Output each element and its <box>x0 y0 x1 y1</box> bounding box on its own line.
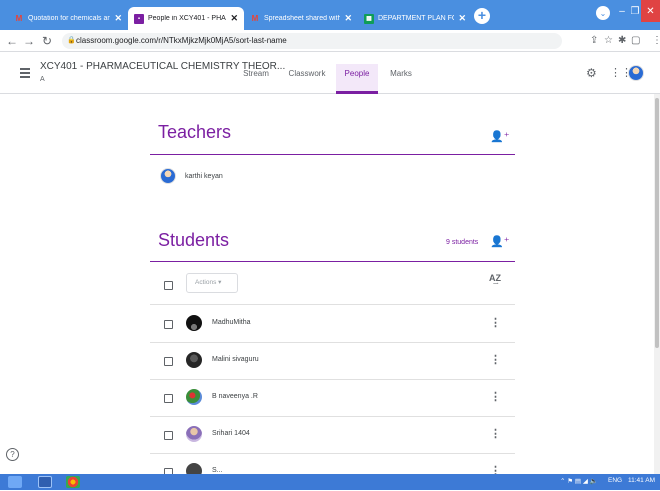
actions-label: Actions <box>195 279 217 286</box>
tab-title: People in XCY401 - PHARMACE <box>148 15 226 22</box>
tab-search-icon[interactable]: ▢ <box>631 34 640 48</box>
kebab-menu-icon[interactable]: ⋮ <box>652 34 660 48</box>
tab-people[interactable]: People <box>336 64 378 94</box>
student-checkbox[interactable] <box>164 431 173 440</box>
address-toolbar: ← → ↻ 🔒 classroom.google.com/r/NTkxMjkzM… <box>0 30 660 52</box>
student-name[interactable]: MadhuMitha <box>212 319 251 326</box>
maximize-icon[interactable]: ❐ <box>630 0 640 22</box>
invite-student-icon[interactable]: 👤⁺ <box>490 235 510 248</box>
student-row: B naveenya .R ⋮ <box>150 380 515 417</box>
close-tab-icon[interactable]: ✕ <box>230 13 238 24</box>
student-name[interactable]: Malini sivaguru <box>212 356 259 363</box>
student-row: Srihari 1404 ⋮ <box>150 417 515 454</box>
tab-title: Spreadsheet shared with you: "D <box>264 15 341 22</box>
clock[interactable]: 11:41 AM <box>628 477 655 484</box>
student-count: 9 students <box>446 239 479 246</box>
student-row: MadhuMitha ⋮ <box>150 306 515 343</box>
lock-icon: 🔒 <box>67 37 76 44</box>
os-taskbar: ⌃ ⚑ ▤ ◢ 🔈 ENG 11:41 AM <box>0 474 660 490</box>
system-tray-icons[interactable]: ⌃ ⚑ ▤ ◢ 🔈 <box>560 477 598 485</box>
language-indicator[interactable]: ENG <box>608 477 622 484</box>
teacher-avatar <box>160 168 176 184</box>
gmail-icon: M <box>251 14 259 23</box>
browser-tab-strip: M Quotation for chemicals and gla ✕ ▪ Pe… <box>0 0 660 30</box>
help-icon[interactable]: ? <box>6 448 19 461</box>
teachers-heading: Teachers <box>158 122 232 142</box>
actions-dropdown[interactable]: Actions ▾ <box>186 273 238 293</box>
more-options-icon[interactable]: ⋮ <box>490 390 501 403</box>
close-tab-icon[interactable]: ✕ <box>114 13 122 24</box>
student-avatar <box>186 315 202 331</box>
teacher-name[interactable]: karthi keyan <box>185 173 223 180</box>
tab-stream[interactable]: Stream <box>236 64 276 94</box>
classroom-header: XCY401 - PHARMACEUTICAL CHEMISTRY THEOR.… <box>0 52 660 94</box>
student-name[interactable]: B naveenya .R <box>212 393 258 400</box>
select-all-checkbox[interactable] <box>164 281 173 290</box>
chrome-taskbar-icon[interactable] <box>66 476 80 488</box>
tab-marks[interactable]: Marks <box>386 64 416 94</box>
student-checkbox[interactable] <box>164 357 173 366</box>
student-name[interactable]: S... <box>212 467 223 474</box>
browser-tab-spreadsheet-mail[interactable]: M Spreadsheet shared with you: "D ✕ <box>244 7 358 30</box>
student-avatar <box>186 426 202 442</box>
student-checkbox[interactable] <box>164 320 173 329</box>
share-icon[interactable]: ⇪ <box>590 34 598 48</box>
class-section: A <box>40 76 45 83</box>
hamburger-menu-icon[interactable] <box>20 68 30 80</box>
close-tab-icon[interactable]: ✕ <box>344 13 352 24</box>
student-avatar <box>186 352 202 368</box>
invite-teacher-icon[interactable]: 👤⁺ <box>490 130 510 143</box>
forward-arrow-icon[interactable]: → <box>23 34 35 48</box>
teachers-section: Teachers 👤⁺ karthi keyan <box>150 120 515 200</box>
section-divider <box>150 261 515 262</box>
more-options-icon[interactable]: ⋮ <box>490 316 501 329</box>
user-avatar[interactable] <box>628 65 644 81</box>
new-tab-button[interactable]: + <box>474 8 490 24</box>
students-header: Students 9 students 👤⁺ <box>150 228 515 268</box>
back-arrow-icon[interactable]: ← <box>6 34 18 48</box>
tab-classwork[interactable]: Classwork <box>284 64 330 94</box>
url-text: classroom.google.com/r/NTkxMjkzMjk0MjA5/… <box>76 36 287 45</box>
tab-title: Quotation for chemicals and gla <box>28 15 111 22</box>
extensions-icon[interactable]: ✱ <box>618 34 626 48</box>
student-avatar <box>186 389 202 405</box>
tab-title: DEPARTMENT PLAN FOR PRESE <box>378 15 454 22</box>
url-bar[interactable]: 🔒 classroom.google.com/r/NTkxMjkzMjk0MjA… <box>62 33 562 49</box>
scrollbar-thumb[interactable] <box>655 98 659 348</box>
taskbar-app-icon[interactable] <box>38 476 52 488</box>
profile-menu-icon[interactable]: ⌄ <box>596 6 610 20</box>
student-name[interactable]: Srihari 1404 <box>212 430 250 437</box>
close-window-icon[interactable]: ✕ <box>641 0 660 22</box>
student-row: Malini sivaguru ⋮ <box>150 343 515 380</box>
classroom-icon: ▪ <box>134 13 144 24</box>
sheets-icon: ▦ <box>364 13 374 24</box>
more-options-icon[interactable]: ⋮ <box>490 427 501 440</box>
bookmark-star-icon[interactable]: ☆ <box>604 34 613 48</box>
reload-icon[interactable]: ↻ <box>42 34 52 48</box>
section-divider <box>150 154 515 155</box>
browser-tab-quotation[interactable]: M Quotation for chemicals and gla ✕ <box>8 7 128 30</box>
close-tab-icon[interactable]: ✕ <box>458 13 466 24</box>
student-checkbox[interactable] <box>164 394 173 403</box>
browser-tab-people[interactable]: ▪ People in XCY401 - PHARMACE ✕ <box>128 7 244 30</box>
sort-az-icon[interactable]: A͢Z <box>489 273 501 283</box>
gmail-icon: M <box>15 14 23 23</box>
browser-tab-department-plan[interactable]: ▦ DEPARTMENT PLAN FOR PRESE ✕ <box>358 7 472 30</box>
minimize-icon[interactable]: – <box>616 0 628 22</box>
start-button-icon[interactable] <box>8 476 22 488</box>
more-options-icon[interactable]: ⋮ <box>490 353 501 366</box>
settings-gear-icon[interactable]: ⚙ <box>586 66 597 80</box>
students-heading: Students <box>158 230 230 250</box>
